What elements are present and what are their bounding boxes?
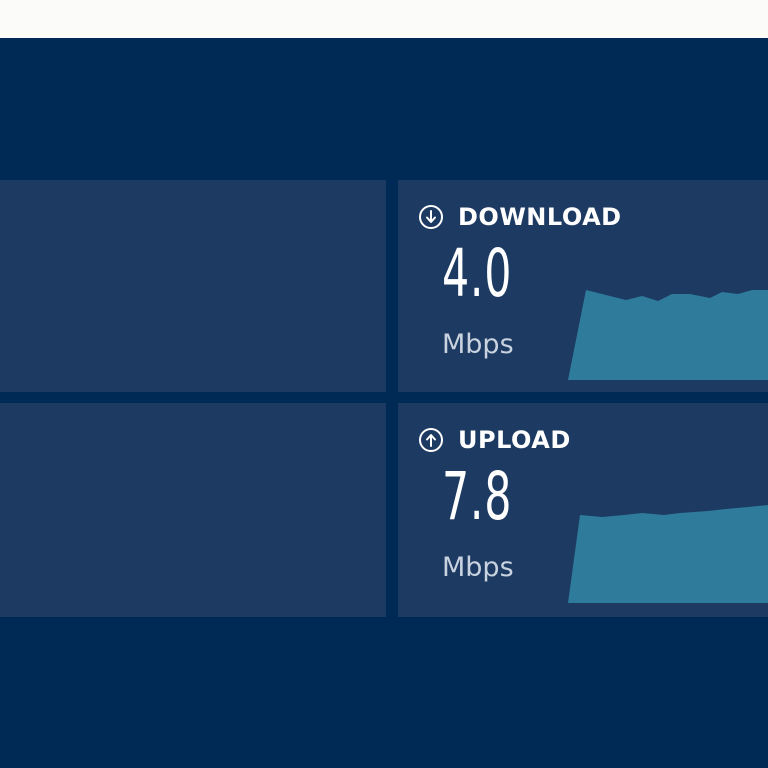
top-strip [0, 0, 768, 38]
blank-panel-top [0, 180, 386, 392]
blank-panel-bottom [0, 403, 386, 617]
download-header: DOWNLOAD [418, 202, 622, 232]
upload-speed-unit: Mbps [442, 552, 514, 583]
download-arrow-icon [419, 205, 443, 229]
upload-label: UPLOAD [458, 426, 571, 454]
upload-arrow-icon [419, 428, 443, 452]
download-speed-value: 4.0 [442, 235, 513, 312]
download-speed-unit: Mbps [442, 329, 514, 360]
upload-header: UPLOAD [418, 425, 571, 455]
download-speed-graph [568, 290, 768, 380]
upload-speed-value: 7.8 [442, 458, 513, 535]
download-panel: DOWNLOAD 4.0 Mbps [398, 180, 768, 392]
upload-panel: UPLOAD 7.8 Mbps [398, 403, 768, 617]
download-graph-area [568, 290, 768, 380]
upload-graph-area [568, 505, 768, 603]
download-label: DOWNLOAD [458, 203, 622, 231]
upload-speed-graph [568, 505, 768, 603]
